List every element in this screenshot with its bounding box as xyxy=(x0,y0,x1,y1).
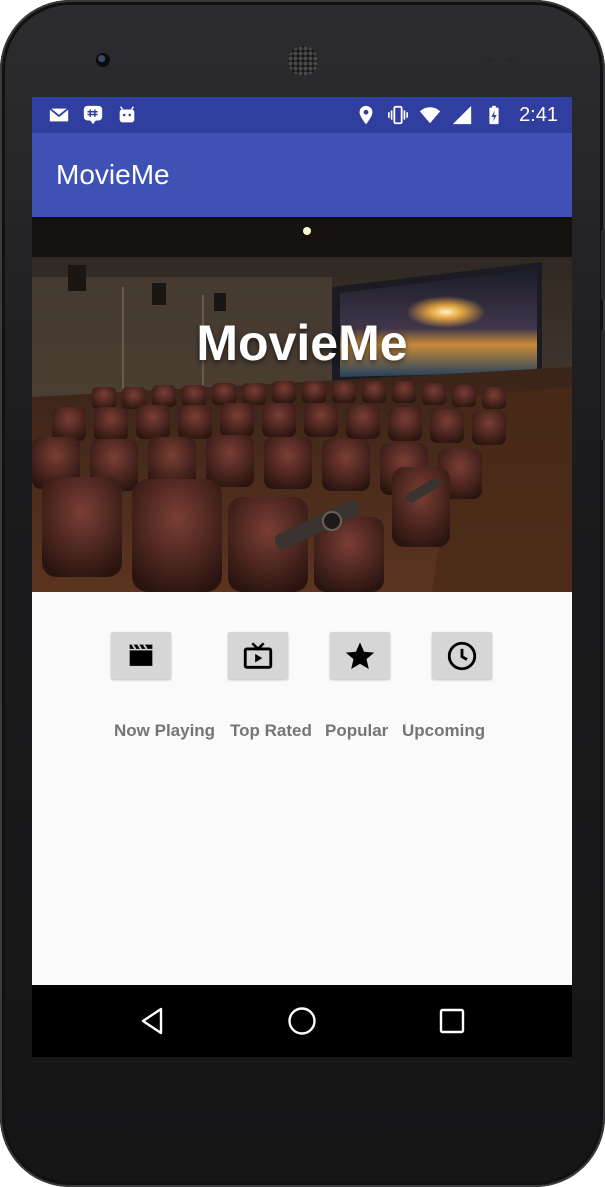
power-button xyxy=(601,230,605,300)
home-button[interactable] xyxy=(284,1003,320,1039)
status-time: 2:41 xyxy=(519,103,558,126)
top-rated-button[interactable] xyxy=(228,632,288,679)
recents-button[interactable] xyxy=(434,1003,470,1039)
app-title: MovieMe xyxy=(56,159,170,190)
navigation-bar xyxy=(32,985,572,1057)
vibrate-icon xyxy=(387,104,409,126)
signal-icon xyxy=(451,104,473,126)
battery-charging-icon xyxy=(483,104,505,126)
clapperboard-icon xyxy=(124,639,158,673)
popular-button[interactable] xyxy=(330,632,390,679)
now-playing-label[interactable]: Now Playing xyxy=(114,721,215,741)
home-icon xyxy=(284,1003,320,1039)
popular-label[interactable]: Popular xyxy=(325,721,388,741)
star-icon xyxy=(343,639,377,673)
wifi-icon xyxy=(419,104,441,126)
volume-button xyxy=(601,330,605,440)
gmail-icon xyxy=(48,104,70,126)
app-bar: MovieMe xyxy=(32,133,572,217)
screen: 2:41 MovieMe MovieMe Now Playing Top Rat… xyxy=(32,97,572,1057)
light-sensor xyxy=(507,57,513,63)
proximity-sensor xyxy=(487,57,493,63)
groupme-icon xyxy=(82,104,104,126)
top-rated-label[interactable]: Top Rated xyxy=(230,721,312,741)
tv-icon xyxy=(241,639,275,673)
phone-frame: 2:41 MovieMe MovieMe Now Playing Top Rat… xyxy=(0,0,605,1187)
front-camera xyxy=(96,53,110,67)
hero-banner: MovieMe xyxy=(32,217,572,592)
status-bar: 2:41 xyxy=(32,97,572,133)
hero-title: MovieMe xyxy=(196,315,408,371)
upcoming-button[interactable] xyxy=(432,632,492,679)
clock-icon xyxy=(445,639,479,673)
cinema-hall-image xyxy=(32,217,572,592)
android-debug-icon xyxy=(116,104,138,126)
location-icon xyxy=(355,104,377,126)
upcoming-label[interactable]: Upcoming xyxy=(402,721,485,741)
now-playing-button[interactable] xyxy=(111,632,171,679)
recents-icon xyxy=(434,1003,470,1039)
back-button[interactable] xyxy=(135,1003,171,1039)
earpiece-speaker xyxy=(288,46,318,76)
back-icon xyxy=(135,1003,171,1039)
